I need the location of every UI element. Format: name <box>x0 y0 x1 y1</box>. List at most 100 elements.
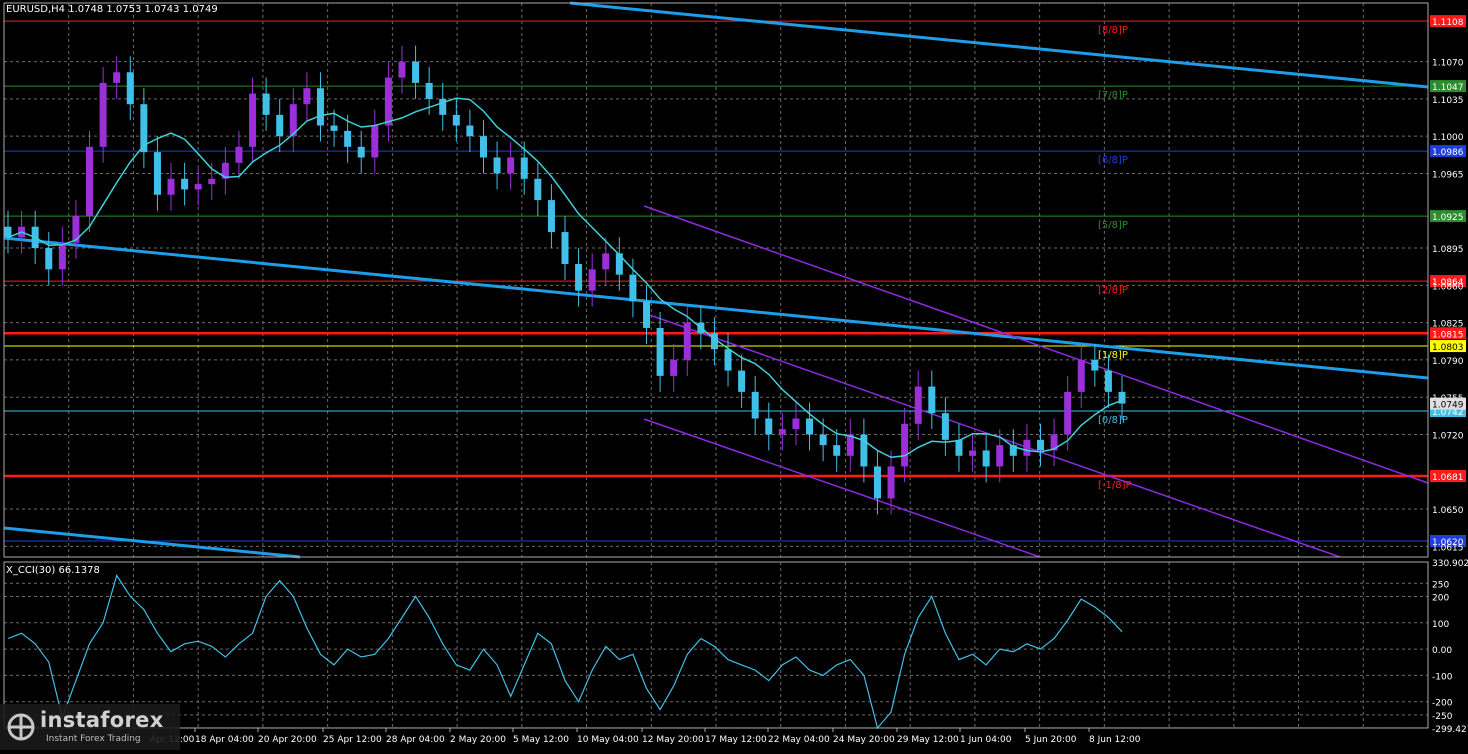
candle-body <box>1091 359 1099 371</box>
y-tick-label: 1.1035 <box>1432 96 1464 106</box>
candle-body <box>901 423 909 467</box>
x-tick-label: 5 May 12:00 <box>513 735 569 745</box>
y-tick-label: 1.0825 <box>1432 320 1464 330</box>
candle-body <box>969 450 977 456</box>
y-tick-label: 1.0965 <box>1432 170 1464 180</box>
y-axis: 1.1070 1.1035 1.1000 1.0965 1.0895 1.0860 1.08… <box>1430 59 1468 735</box>
trendline-upper <box>569 1 1429 89</box>
candle-body <box>751 391 759 419</box>
x-tick-label: 2 May 20:00 <box>450 735 506 745</box>
y-tick-label: 1.0860 <box>1432 282 1464 292</box>
candle-body <box>792 418 800 430</box>
x-tick-label: 25 Apr 12:00 <box>323 735 382 745</box>
candle-body <box>113 72 121 83</box>
level-label: [2/8]P <box>1098 285 1128 296</box>
candle-body <box>412 61 420 83</box>
x-tick-label: 20 Apr 20:00 <box>258 735 317 745</box>
candle-body <box>1077 359 1085 392</box>
price-chart: [8/8]P 1.1108 [7/8]P 1.1047 [6/8]P 1.0986 [5/8… <box>3 1 1468 745</box>
candle-body <box>398 61 406 78</box>
level-label: [8/8]P <box>1098 25 1128 36</box>
level-label: [1/8]P <box>1098 350 1128 361</box>
candle-body <box>806 418 814 435</box>
candle-body <box>547 200 555 233</box>
candle-body <box>982 450 990 467</box>
price-tag-text: 1.0681 <box>1432 473 1464 483</box>
candle-body <box>126 72 134 105</box>
cci-tick-label: -299.427 <box>1432 725 1468 735</box>
candle-body <box>683 322 691 360</box>
candle-body <box>873 466 881 499</box>
candle-body <box>738 370 746 392</box>
candle-body <box>425 82 433 99</box>
logo-mark-icon <box>7 713 35 741</box>
candle-body <box>235 146 243 163</box>
candle-body <box>208 178 216 185</box>
candle-body <box>588 269 596 291</box>
x-tick-label: 29 May 12:00 <box>897 735 959 745</box>
indicator-title: X_CCI(30) 66.1378 <box>6 565 100 576</box>
candle-body <box>996 445 1004 467</box>
price-tag-text: 1.0803 <box>1432 343 1464 353</box>
candle-body <box>72 216 80 243</box>
candle-body <box>724 349 732 371</box>
cci-tick-label: -200 <box>1432 699 1453 709</box>
candle-body <box>194 184 202 190</box>
cci-tick-label: 330.9026 <box>1432 559 1468 569</box>
channel-lower <box>643 418 1041 558</box>
candle-body <box>466 125 474 137</box>
candle-body <box>833 445 841 456</box>
x-tick-label: 1 Jun 04:00 <box>960 735 1012 745</box>
candle-body <box>520 157 528 179</box>
chart-title: EURUSD,H4 1.0748 1.0753 1.0743 1.0749 <box>6 4 218 15</box>
candle-body <box>452 114 460 126</box>
price-tag-text: 1.1108 <box>1432 18 1464 28</box>
candle-body <box>629 274 637 302</box>
y-tick-label: 1.1070 <box>1432 59 1464 69</box>
cci-tick-label: -100 <box>1432 672 1453 682</box>
x-tick-label: 12 May 20:00 <box>642 735 704 745</box>
candle-body <box>344 130 352 147</box>
x-tick-label: 28 Apr 04:00 <box>386 735 445 745</box>
candle-body <box>534 178 542 201</box>
indicator-grid <box>4 561 1428 729</box>
x-tick-label: 10 May 04:00 <box>577 735 639 745</box>
candle-body <box>914 386 922 424</box>
candle-body <box>941 413 949 440</box>
candle-body <box>493 157 501 174</box>
level-label: [5/8]P <box>1098 220 1128 231</box>
level-label: [6/8]P <box>1098 155 1128 166</box>
x-tick-label: 24 May 20:00 <box>833 735 895 745</box>
candle-body <box>819 434 827 446</box>
level-lines: [8/8]P 1.1108 [7/8]P 1.1047 [6/8]P 1.0986 [5/8… <box>4 15 1466 548</box>
candle-body <box>602 253 610 270</box>
candle-body <box>1104 370 1112 392</box>
x-tick-label: 22 May 04:00 <box>768 735 830 745</box>
candle-body <box>303 88 311 105</box>
price-tag-text: 1.1047 <box>1432 83 1464 93</box>
y-tick-label: 1.0615 <box>1432 543 1464 553</box>
candle-body <box>58 242 66 270</box>
y-tick-label: 1.0720 <box>1432 431 1464 441</box>
cci-tick-label: 200 <box>1432 593 1449 603</box>
candle-body <box>846 434 854 456</box>
candle-body <box>181 178 189 190</box>
candle-body <box>357 146 365 158</box>
price-tag-text: 1.0815 <box>1432 330 1464 340</box>
candle-body <box>887 466 895 499</box>
logo-name: instaforex <box>40 708 164 732</box>
candle-body <box>86 146 94 217</box>
x-tick-label: 8 Jun 12:00 <box>1089 735 1141 745</box>
chart-stage: [8/8]P 1.1108 [7/8]P 1.1047 [6/8]P 1.0986 [5/8… <box>0 0 1468 750</box>
candle-body <box>507 157 515 174</box>
candle-body <box>765 418 773 435</box>
level-label: [0/8]P <box>1098 415 1128 426</box>
candle-body <box>153 152 161 195</box>
candle-body <box>928 386 936 414</box>
y-tick-label: 1.0650 <box>1432 506 1464 516</box>
candle-body <box>330 125 338 131</box>
candle-body <box>561 232 569 265</box>
candle-body <box>1064 391 1072 435</box>
current-price-text: 1.0749 <box>1432 401 1464 411</box>
logo-subtitle: Instant Forex Trading <box>46 734 141 744</box>
